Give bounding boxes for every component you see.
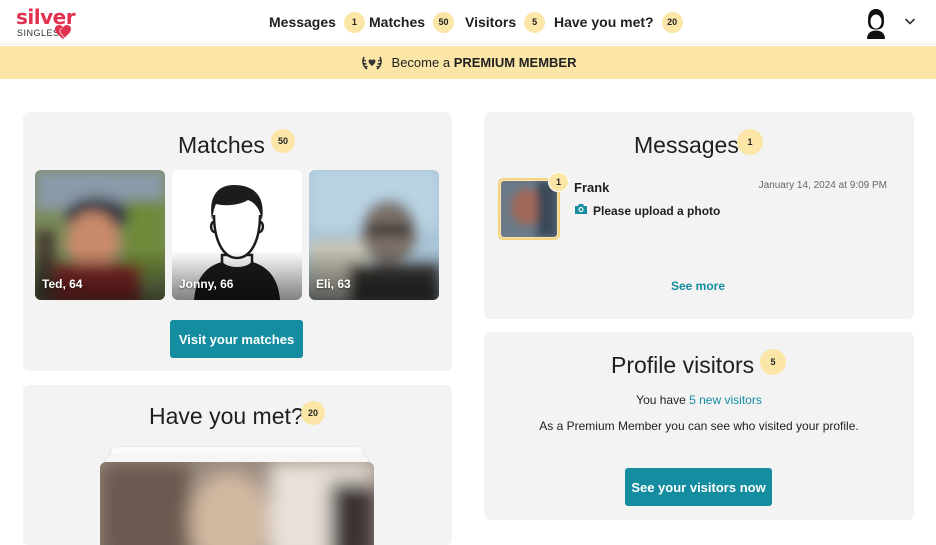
have-you-met-count-badge: 20	[301, 401, 325, 425]
match-name-label: Eli, 63	[316, 277, 351, 291]
premium-banner-text: Become a PREMIUM MEMBER	[392, 55, 577, 70]
nav-matches-count-badge: 50	[433, 11, 455, 33]
sender-name: Frank	[574, 180, 610, 195]
message-timestamp: January 14, 2024 at 9:09 PM	[758, 180, 887, 191]
user-avatar-icon[interactable]	[864, 8, 888, 40]
match-name-label: Jonny, 66	[179, 277, 234, 291]
nav-messages-label: Messages	[269, 14, 336, 30]
premium-banner[interactable]: Become a PREMIUM MEMBER	[0, 46, 936, 79]
nav-have-you-met-label: Have you met?	[554, 14, 654, 30]
premium-banner-prefix: Become a	[391, 55, 454, 70]
nav-matches-label: Matches	[369, 14, 426, 30]
messages-card: Messages 1 1 Frank January 14, 2024 at 9…	[484, 112, 914, 319]
camera-icon	[575, 204, 587, 214]
visitors-premium-note: As a Premium Member you can see who visi…	[539, 419, 859, 433]
visitors-summary-prefix: You have	[636, 393, 690, 407]
nav-have-you-met-count-badge: 20	[661, 11, 683, 33]
see-visitors-button[interactable]: See your visitors now	[625, 468, 772, 506]
nav-have-you-met[interactable]: Have you met? 20	[554, 11, 683, 33]
nav-messages-count-badge: 1	[343, 11, 365, 33]
matches-count-badge: 50	[271, 129, 295, 153]
have-you-met-title: Have you met?	[149, 403, 304, 429]
match-card-eli[interactable]: Eli, 63	[309, 170, 439, 300]
have-you-met-card: Have you met? 20	[23, 385, 452, 545]
new-visitors-link[interactable]: 5 new visitors	[689, 393, 762, 407]
matches-card: Matches 50 Ted, 64 Jonny, 66 Eli, 63 Vis…	[23, 112, 452, 371]
sender-unread-badge: 1	[548, 172, 569, 192]
visit-matches-button[interactable]: Visit your matches	[170, 320, 303, 358]
match-card-jonny[interactable]: Jonny, 66	[172, 170, 302, 300]
messages-count-badge: 1	[737, 129, 763, 155]
message-item[interactable]: 1 Frank January 14, 2024 at 9:09 PM Plea…	[496, 172, 902, 242]
nav-visitors[interactable]: Visitors 5	[465, 11, 546, 33]
matches-title: Matches	[178, 132, 265, 158]
visitors-summary: You have 5 new visitors	[484, 393, 914, 407]
nav-messages[interactable]: Messages 1	[269, 11, 365, 33]
match-name-label: Ted, 64	[42, 277, 83, 291]
chevron-down-icon[interactable]	[903, 14, 917, 28]
nav-matches[interactable]: Matches 50	[369, 11, 455, 33]
see-more-link[interactable]: See more	[671, 279, 725, 293]
match-card-ted[interactable]: Ted, 64	[35, 170, 165, 300]
premium-banner-emphasis: PREMIUM MEMBER	[453, 55, 577, 70]
suggested-profile-photo	[100, 462, 374, 545]
heart-icon	[55, 25, 71, 39]
nav-visitors-label: Visitors	[465, 14, 517, 30]
silversingles-logo[interactable]: silver SINGLES	[16, 5, 86, 41]
profile-visitors-count-badge: 5	[760, 349, 786, 375]
suggested-profile-card[interactable]	[100, 462, 374, 545]
message-preview: Please upload a photo	[593, 204, 721, 218]
messages-title: Messages	[634, 132, 739, 158]
profile-visitors-card: Profile visitors 5 You have 5 new visito…	[484, 332, 914, 520]
nav-visitors-count-badge: 5	[524, 11, 546, 33]
sender-photo	[501, 181, 557, 237]
top-navigation: silver SINGLES Messages 1 Matches 50 Vis…	[0, 0, 936, 45]
profile-visitors-title: Profile visitors	[611, 352, 755, 378]
laurel-heart-icon	[361, 56, 382, 70]
